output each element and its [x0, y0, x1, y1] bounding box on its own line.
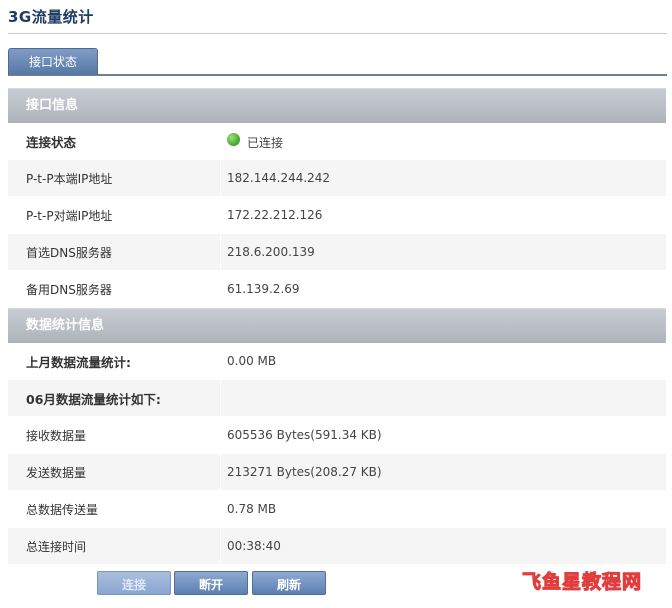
row-label: 发送数据量: [26, 465, 87, 480]
row-label: 备用DNS服务器: [26, 282, 112, 297]
row-label: P-t-P本端IP地址: [26, 171, 113, 186]
table-row: 首选DNS服务器 218.6.200.139: [8, 234, 666, 271]
page-title: 3G流量统计: [8, 8, 94, 26]
row-label: 接收数据量: [26, 428, 87, 443]
status-table: 接口信息 连接状态 已连接 P-t-P本端IP地址 182.144.244.24…: [8, 88, 666, 565]
connection-status-text: 已连接: [247, 135, 284, 150]
row-label: 总连接时间: [26, 539, 87, 554]
refresh-button[interactable]: 刷新: [252, 571, 326, 595]
row-value: 605536 Bytes(591.34 KB): [220, 417, 666, 453]
row-value: 213271 Bytes(208.27 KB): [220, 454, 666, 490]
row-label: P-t-P对端IP地址: [26, 208, 113, 223]
row-value: 182.144.244.242: [220, 160, 666, 196]
row-value: 00:38:40: [220, 528, 666, 564]
status-connected-icon: [227, 132, 240, 146]
row-value: 61.139.2.69: [220, 271, 666, 307]
table-row: P-t-P本端IP地址 182.144.244.242: [8, 160, 666, 197]
tab-interface-status[interactable]: 接口状态: [8, 48, 98, 75]
title-divider: [8, 33, 667, 34]
table-row: 发送数据量 213271 Bytes(208.27 KB): [8, 454, 666, 491]
table-row: P-t-P对端IP地址 172.22.212.126: [8, 197, 666, 234]
table-row: 总连接时间 00:38:40: [8, 528, 666, 565]
table-row: 连接状态 已连接: [8, 123, 666, 160]
watermark: 飞鱼星教程网: [521, 571, 643, 594]
row-label: 连接状态: [26, 134, 77, 150]
section-header-stats-info: 数据统计信息: [8, 308, 666, 343]
row-value: [220, 380, 666, 416]
row-value: 0.78 MB: [220, 491, 666, 527]
row-label: 06月数据流量统计如下:: [26, 391, 161, 407]
disconnect-button[interactable]: 断开: [174, 571, 248, 595]
table-row: 06月数据流量统计如下:: [8, 380, 666, 417]
row-label: 总数据传送量: [26, 502, 99, 517]
tab-bar: 接口状态: [8, 46, 667, 76]
table-row: 备用DNS服务器 61.139.2.69: [8, 271, 666, 308]
row-value: 218.6.200.139: [220, 234, 666, 270]
row-label: 首选DNS服务器: [26, 245, 112, 260]
row-value: 已连接: [220, 123, 666, 159]
row-value: 0.00 MB: [220, 343, 666, 379]
table-row: 总数据传送量 0.78 MB: [8, 491, 666, 528]
connect-button[interactable]: 连接: [97, 571, 171, 595]
table-row: 接收数据量 605536 Bytes(591.34 KB): [8, 417, 666, 454]
row-value: 172.22.212.126: [220, 197, 666, 233]
row-label: 上月数据流量统计:: [26, 354, 131, 370]
section-header-interface-info: 接口信息: [8, 88, 666, 123]
table-row: 上月数据流量统计: 0.00 MB: [8, 343, 666, 380]
